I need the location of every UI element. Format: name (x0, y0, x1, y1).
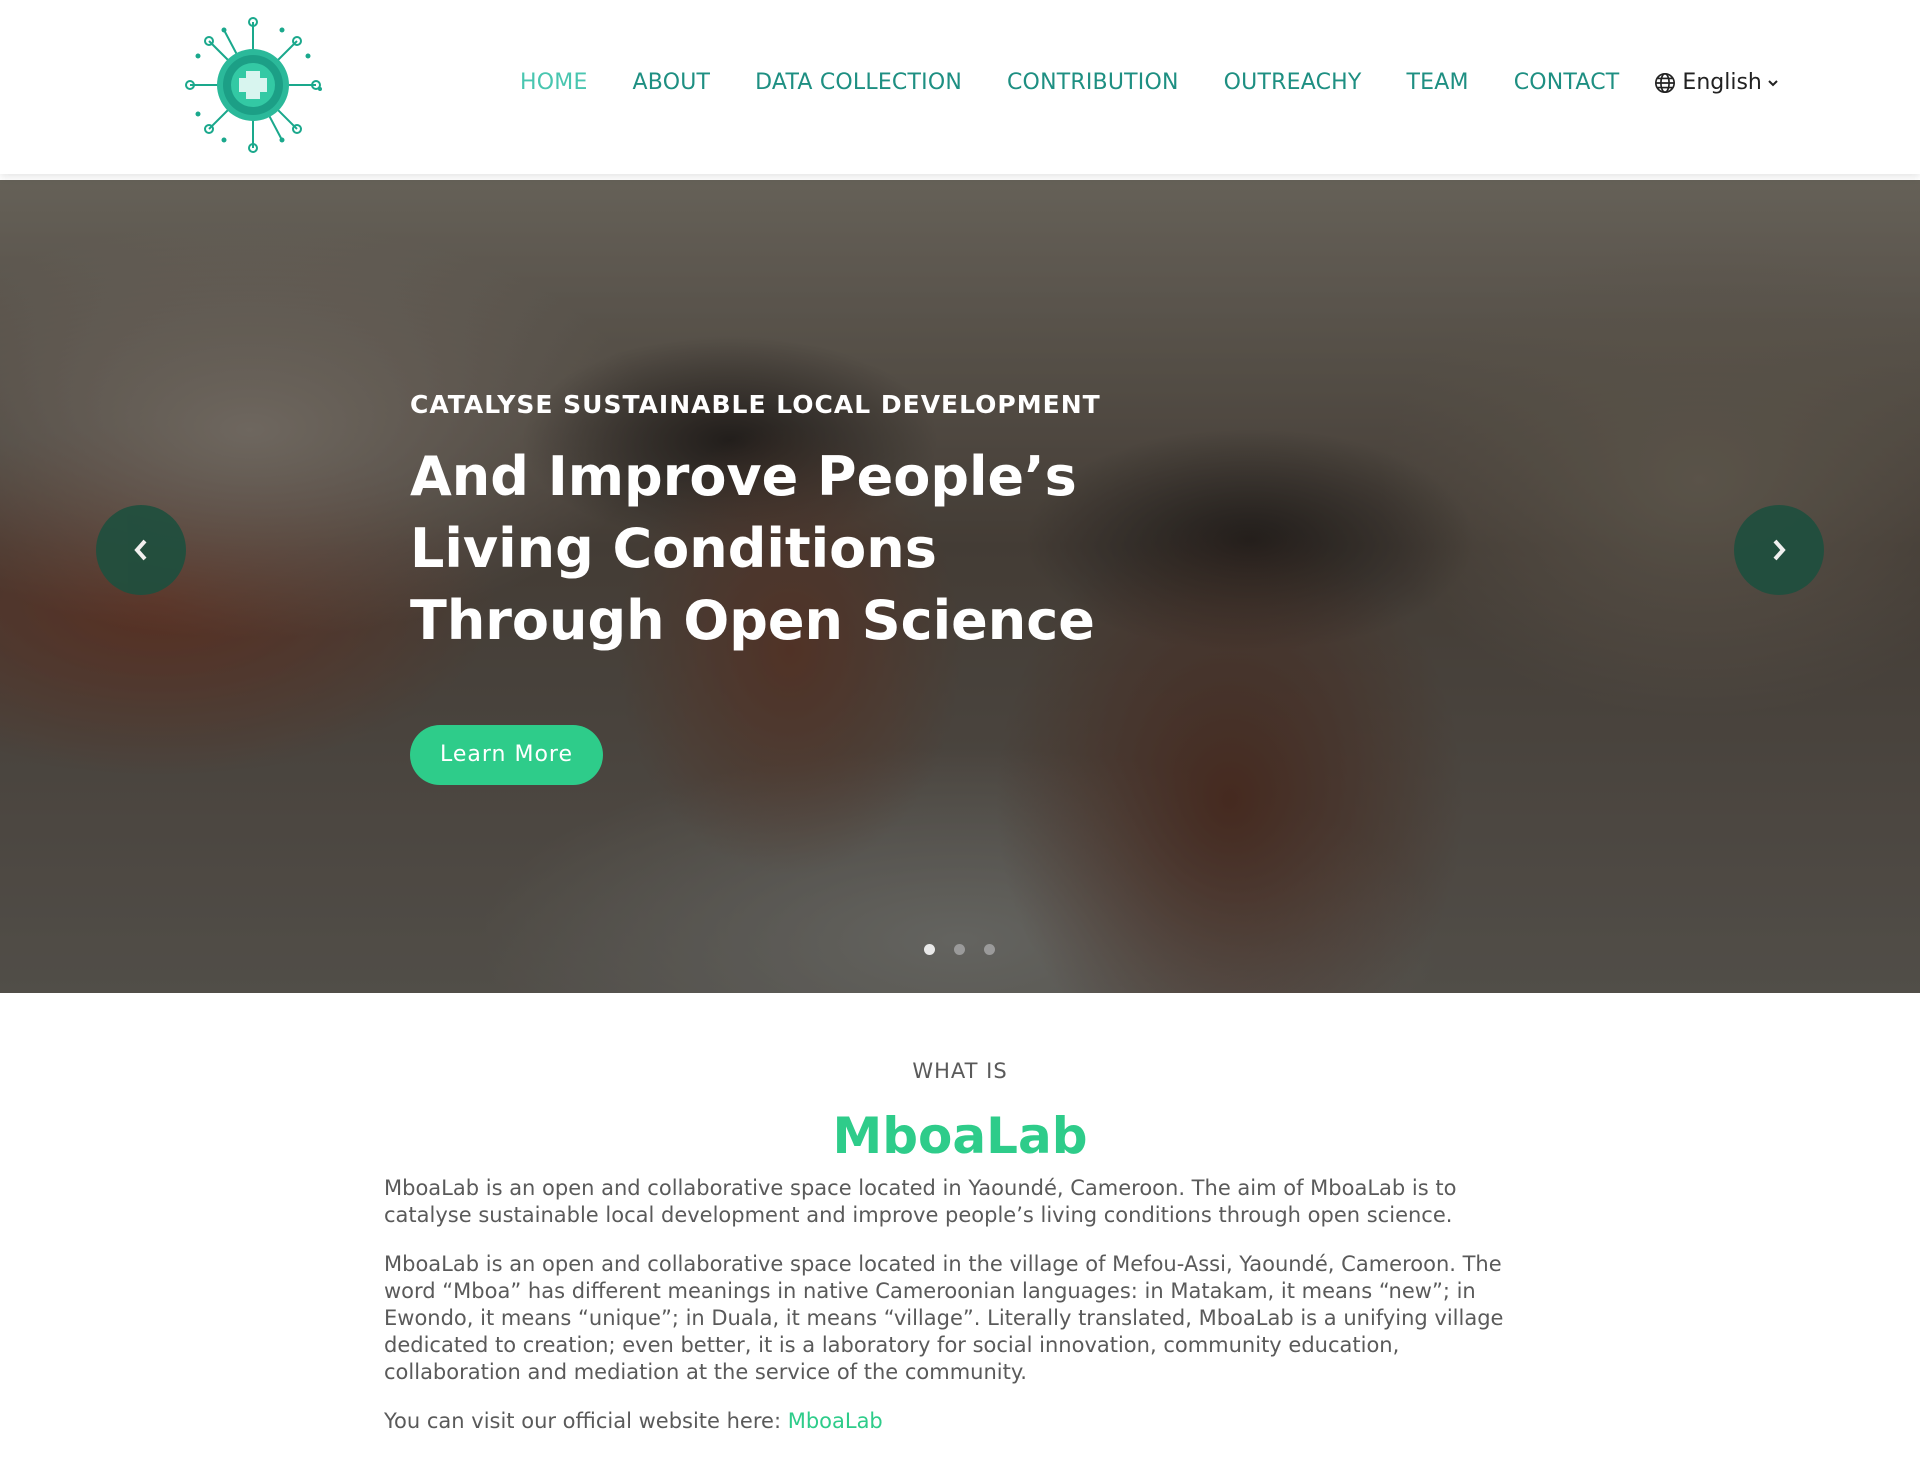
slider-dot[interactable] (984, 944, 995, 955)
hero-title: And Improve People’s Living Conditions T… (410, 445, 1095, 652)
about-paragraph-1: MboaLab is an open and collaborative spa… (384, 1176, 1457, 1227)
about-kicker: WHAT IS (912, 1059, 1008, 1083)
nav-home[interactable]: HOME (520, 70, 588, 95)
nav-contact[interactable]: CONTACT (1514, 70, 1620, 95)
visit-text-line: You can visit our official website here:… (384, 1408, 1536, 1435)
visit-text: You can visit our official website here: (384, 1409, 788, 1433)
main-nav: HOME ABOUT DATA COLLECTION CONTRIBUTION … (520, 70, 1785, 95)
nav-outreachy[interactable]: OUTREACHY (1224, 70, 1362, 95)
mboalab-logo[interactable] (182, 14, 324, 156)
slider-pagination (924, 944, 1014, 955)
about-title: MboaLab (832, 1107, 1088, 1165)
hero-slider: CATALYSE SUSTAINABLE LOCAL DEVELOPMENT A… (0, 180, 1920, 993)
slider-next-button[interactable] (1734, 505, 1824, 595)
site-header: HOME ABOUT DATA COLLECTION CONTRIBUTION … (0, 0, 1920, 174)
slider-prev-button[interactable] (96, 505, 186, 595)
nav-data-collection[interactable]: DATA COLLECTION (755, 70, 962, 95)
globe-icon (1655, 72, 1676, 93)
about-paragraph-2: MboaLab is an open and collaborative spa… (384, 1252, 1504, 1384)
slider-dot[interactable] (924, 944, 935, 955)
hero-kicker: CATALYSE SUSTAINABLE LOCAL DEVELOPMENT (410, 390, 1101, 419)
learn-more-button[interactable]: Learn More (410, 725, 604, 785)
language-selector[interactable]: English (1654, 70, 1784, 95)
chevron-right-icon (1773, 539, 1786, 561)
mboalab-website-link[interactable]: MboaLab (788, 1409, 883, 1433)
chevron-down-icon (1768, 79, 1778, 86)
language-label: English (1682, 70, 1762, 95)
about-section: WHAT IS MboaLab MboaLab is an open and c… (384, 1058, 1536, 1457)
nav-contribution[interactable]: CONTRIBUTION (1007, 70, 1179, 95)
slider-dot[interactable] (954, 944, 965, 955)
nav-team[interactable]: TEAM (1407, 70, 1469, 95)
hero-content: CATALYSE SUSTAINABLE LOCAL DEVELOPMENT A… (410, 390, 1130, 785)
nav-about[interactable]: ABOUT (633, 70, 711, 95)
chevron-left-icon (134, 539, 147, 561)
